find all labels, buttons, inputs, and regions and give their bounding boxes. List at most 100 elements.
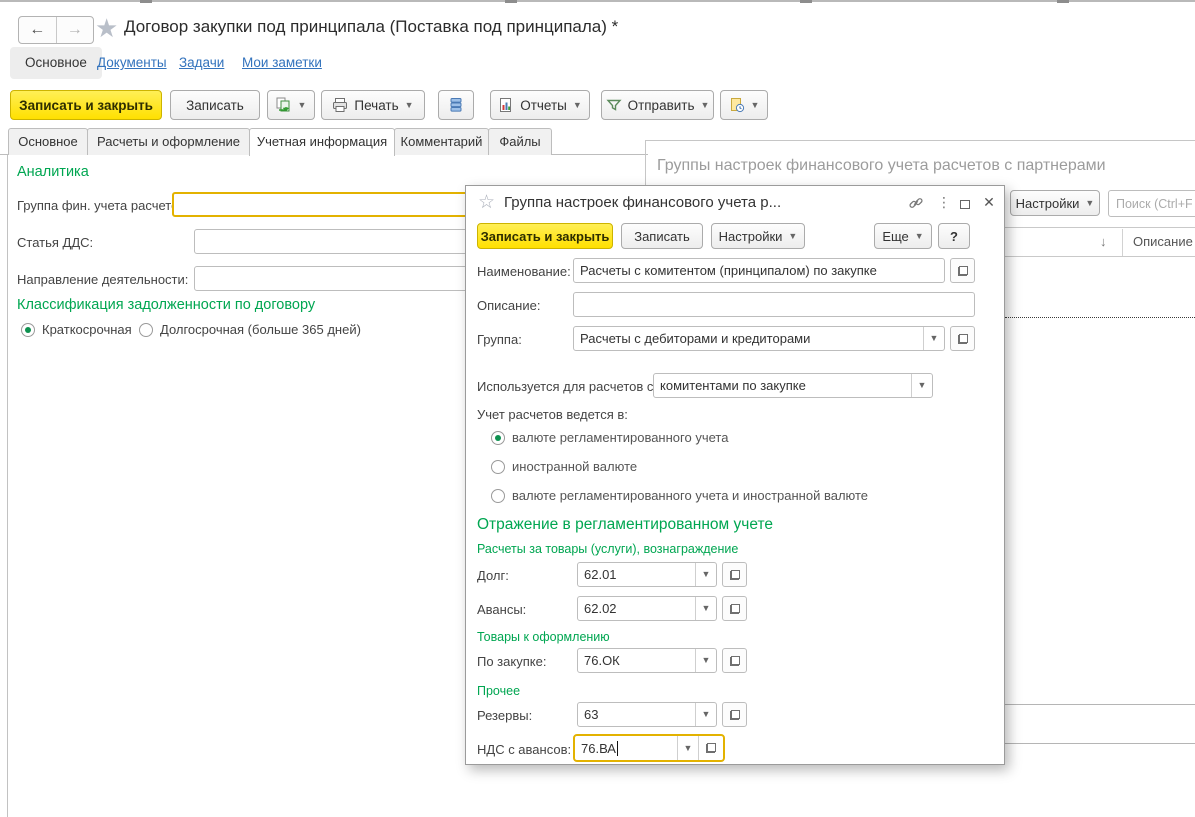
debt-dropdown-caret-icon[interactable]: ▼	[695, 563, 716, 586]
top-divider	[0, 0, 1195, 2]
dropdown-caret-icon: ▼	[298, 101, 307, 110]
advances-combo[interactable]: 62.02 ▼	[577, 596, 717, 621]
back-button[interactable]: ←	[19, 17, 56, 43]
radio-both-currencies-label: валюте регламентированного учета и иност…	[512, 488, 868, 503]
radio-long-term[interactable]: Долгосрочная (больше 365 дней)	[139, 322, 361, 337]
used-for-dropdown-caret-icon[interactable]: ▼	[911, 374, 932, 397]
reserves-open-button[interactable]	[722, 702, 747, 727]
activity-field[interactable]	[194, 266, 494, 291]
advances-open-button[interactable]	[722, 596, 747, 621]
dialog-favorite-star-icon[interactable]: ☆	[478, 191, 495, 214]
dialog-save-label: Записать	[634, 229, 690, 244]
dialog-save-close-button[interactable]: Записать и закрыть	[477, 223, 613, 249]
list-search-input[interactable]	[1108, 190, 1195, 217]
list-focused-row[interactable]	[1005, 317, 1195, 318]
vat-open-button[interactable]	[698, 736, 723, 760]
dialog-more-label: Еще	[882, 229, 908, 244]
dialog-settings-button[interactable]: Настройки ▼	[711, 223, 805, 249]
goods-processing-subheading: Товары к оформлению	[477, 630, 610, 644]
nav-tab-main[interactable]: Основное	[10, 47, 102, 79]
sort-arrow-icon[interactable]: ↓	[1100, 234, 1107, 249]
tab-settlements[interactable]: Расчеты и оформление	[87, 128, 250, 155]
get-link-icon[interactable]	[906, 194, 926, 212]
radio-foreign-currency[interactable]: иностранной валюте	[491, 459, 637, 474]
page-title: Договор закупки под принципала (Поставка…	[124, 17, 618, 37]
group-open-button[interactable]	[950, 326, 975, 351]
description-field[interactable]	[573, 292, 975, 317]
radio-regulated-currency[interactable]: валюте регламентированного учета	[491, 430, 728, 445]
send-button[interactable]: Отправить ▼	[601, 90, 714, 120]
radio-both-currencies[interactable]: валюте регламентированного учета и иност…	[491, 488, 868, 503]
dropdown-caret-icon: ▼	[701, 101, 710, 110]
group-combo[interactable]: Расчеты с дебиторами и кредиторами ▼	[573, 326, 945, 351]
nav-link-notes[interactable]: Мои заметки	[242, 55, 322, 70]
app-window: ← → ★ Договор закупки под принципала (По…	[0, 0, 1195, 817]
dialog-more-button[interactable]: Еще ▼	[874, 223, 932, 249]
tab-main[interactable]: Основное	[8, 128, 88, 155]
open-icon	[958, 266, 968, 276]
open-icon	[706, 743, 716, 753]
dialog-save-close-label: Записать и закрыть	[481, 229, 610, 244]
advances-dropdown-caret-icon[interactable]: ▼	[695, 597, 716, 620]
group-dropdown-caret-icon[interactable]: ▼	[923, 327, 944, 350]
radio-foreign-currency-label: иностранной валюте	[512, 459, 637, 474]
register-button[interactable]	[438, 90, 474, 120]
dropdown-caret-icon: ▼	[1085, 199, 1094, 208]
dialog-help-button[interactable]: ?	[938, 223, 970, 249]
radio-both-currencies-icon[interactable]	[491, 489, 505, 503]
radio-short-term-icon[interactable]	[21, 323, 35, 337]
create-based-on-button[interactable]: ▼	[267, 90, 315, 120]
reserves-value: 63	[578, 703, 695, 726]
used-for-combo[interactable]: комитентами по закупке ▼	[653, 373, 933, 398]
radio-foreign-currency-icon[interactable]	[491, 460, 505, 474]
radio-long-term-label: Долгосрочная (больше 365 дней)	[160, 322, 361, 337]
maximize-icon[interactable]	[955, 195, 975, 213]
nav-link-documents[interactable]: Документы	[97, 55, 167, 70]
radio-regulated-currency-icon[interactable]	[491, 431, 505, 445]
tab-files[interactable]: Файлы	[488, 128, 552, 155]
purchase-open-button[interactable]	[722, 648, 747, 673]
close-icon[interactable]: ✕	[979, 193, 999, 211]
print-button[interactable]: Печать ▼	[321, 90, 425, 120]
dialog-save-button[interactable]: Записать	[621, 223, 703, 249]
radio-short-term[interactable]: Краткосрочная	[21, 322, 132, 337]
dds-label: Статья ДДС:	[17, 235, 93, 250]
edo-button[interactable]: ▼	[720, 90, 768, 120]
forward-button[interactable]: →	[56, 17, 94, 43]
reports-button[interactable]: Отчеты ▼	[490, 90, 590, 120]
save-button[interactable]: Записать	[170, 90, 260, 120]
list-settings-button[interactable]: Настройки ▼	[1010, 190, 1100, 216]
name-field[interactable]: Расчеты с комитентом (принципалом) по за…	[573, 258, 945, 283]
more-menu-kebab-icon[interactable]: ⋮	[934, 193, 954, 211]
tab-accounting-info[interactable]: Учетная информация	[249, 128, 395, 156]
vat-advances-combo[interactable]: 76.ВА ▼	[573, 734, 725, 762]
dds-field[interactable]	[194, 229, 494, 254]
debt-combo[interactable]: 62.01 ▼	[577, 562, 717, 587]
radio-long-term-icon[interactable]	[139, 323, 153, 337]
nav-link-tasks[interactable]: Задачи	[179, 55, 224, 70]
used-for-value: комитентами по закупке	[654, 374, 911, 397]
debt-open-button[interactable]	[722, 562, 747, 587]
vat-dropdown-caret-icon[interactable]: ▼	[677, 736, 698, 760]
purchase-combo[interactable]: 76.ОК ▼	[577, 648, 717, 673]
register-stack-icon	[449, 97, 463, 113]
top-tick	[1057, 0, 1069, 3]
name-open-button[interactable]	[950, 258, 975, 283]
dialog-help-label: ?	[950, 229, 958, 244]
purchase-dropdown-caret-icon[interactable]: ▼	[695, 649, 716, 672]
other-subheading: Прочее	[477, 684, 520, 698]
tab-comment[interactable]: Комментарий	[394, 128, 489, 155]
reserves-dropdown-caret-icon[interactable]: ▼	[695, 703, 716, 726]
favorite-star-icon[interactable]: ★	[95, 13, 118, 44]
fin-group-field[interactable]	[172, 192, 492, 217]
list-bottom-border	[1005, 704, 1195, 705]
list-window-title: Группы настроек финансового учета расчет…	[657, 157, 1106, 175]
top-tick	[140, 0, 152, 3]
save-close-button[interactable]: Записать и закрыть	[10, 90, 162, 120]
advances-label: Авансы:	[477, 602, 526, 617]
reports-label: Отчеты	[520, 98, 567, 113]
save-label: Записать	[186, 98, 244, 113]
reserves-combo[interactable]: 63 ▼	[577, 702, 717, 727]
document-clock-icon	[729, 97, 745, 113]
column-header-description[interactable]: Описание	[1133, 234, 1195, 249]
